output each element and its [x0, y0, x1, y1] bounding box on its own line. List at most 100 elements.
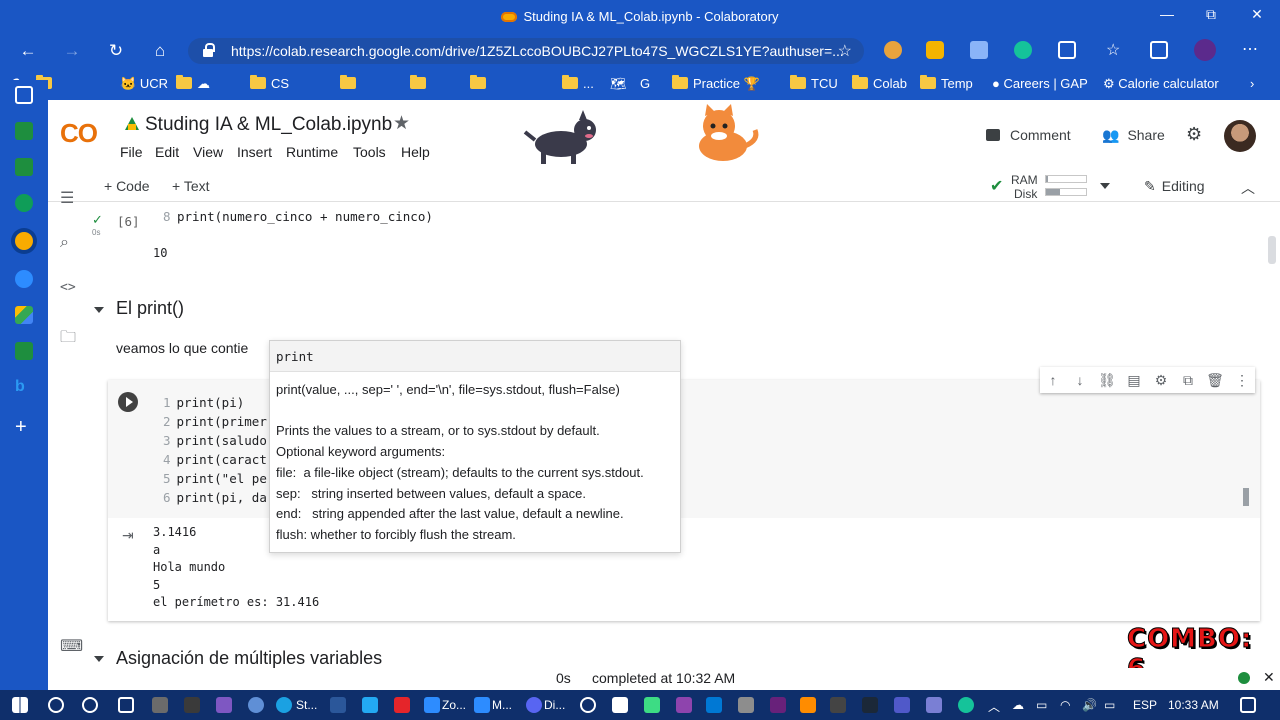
- profile-avatar[interactable]: [1194, 39, 1216, 61]
- grammarly-icon[interactable]: [958, 697, 974, 713]
- terminal-icon[interactable]: ⌨: [60, 636, 83, 656]
- collapse-header-icon[interactable]: ︿: [1241, 178, 1255, 198]
- comment-button[interactable]: Comment: [986, 127, 1071, 143]
- taskbar-app-icon[interactable]: [926, 697, 942, 713]
- reload-icon[interactable]: ↻: [104, 40, 128, 62]
- address-bar[interactable]: https://colab.research.google.com/drive/…: [188, 38, 864, 64]
- battery-icon[interactable]: ▭: [1104, 698, 1115, 712]
- menu-tools[interactable]: Tools: [353, 144, 386, 160]
- sheets-icon[interactable]: [15, 342, 33, 360]
- editing-button[interactable]: ✎ Editing: [1144, 178, 1205, 195]
- vscode-icon[interactable]: [362, 697, 378, 713]
- colab-icon[interactable]: [15, 232, 33, 250]
- word-icon[interactable]: [330, 697, 346, 713]
- section-collapse-icon[interactable]: [94, 307, 104, 313]
- collections-icon[interactable]: [1150, 41, 1168, 59]
- taskbar-app-icon[interactable]: ▭: [1036, 698, 1047, 712]
- share-button[interactable]: 👥 Share: [1102, 127, 1165, 144]
- bookmark-folder[interactable]: ...: [562, 75, 594, 91]
- tray-overflow-icon[interactable]: ︿: [988, 698, 1000, 715]
- bookmark-calorie[interactable]: ⚙ Calorie calculator: [1103, 76, 1219, 92]
- add-app-icon[interactable]: +: [15, 417, 33, 437]
- taskbar-app-icon[interactable]: [248, 697, 264, 713]
- clock[interactable]: 10:33 AM: [1168, 698, 1219, 712]
- zoom-icon[interactable]: [15, 270, 33, 288]
- notifications-icon[interactable]: [1240, 697, 1256, 713]
- mirror-cell-icon[interactable]: ⧉: [1179, 372, 1197, 389]
- menu-help[interactable]: Help: [401, 144, 430, 160]
- scrollbar-thumb[interactable]: [1243, 488, 1249, 506]
- teams-icon[interactable]: [894, 697, 910, 713]
- bookmark-cs[interactable]: CS: [250, 75, 289, 91]
- output-clear-icon[interactable]: ⇥: [122, 527, 134, 544]
- extension-icon[interactable]: [926, 41, 944, 59]
- bookmark-careers[interactable]: ● Careers | GAP: [992, 76, 1088, 91]
- bookmark-item[interactable]: 🗺: [610, 76, 627, 92]
- home-icon[interactable]: ⌂: [148, 40, 172, 62]
- bing-icon[interactable]: b: [15, 378, 33, 396]
- volume-icon[interactable]: 🔊: [1082, 698, 1097, 712]
- drive-icon[interactable]: [15, 306, 33, 324]
- bookmark-colab[interactable]: Colab: [852, 75, 907, 91]
- search-icon[interactable]: [48, 697, 64, 713]
- menu-file[interactable]: File: [120, 144, 143, 160]
- minimize-button[interactable]: —: [1152, 6, 1182, 22]
- resources-dropdown-icon[interactable]: [1100, 183, 1110, 189]
- menu-insert[interactable]: Insert: [237, 144, 272, 160]
- bookmark-practice[interactable]: Practice 🏆: [672, 75, 760, 92]
- bookmark-folder[interactable]: [410, 75, 431, 91]
- tabs-icon[interactable]: [15, 86, 33, 104]
- wifi-icon[interactable]: ◠: [1060, 698, 1070, 712]
- toc-icon[interactable]: ☰: [60, 188, 74, 208]
- bookmarks-overflow-icon[interactable]: ›: [1250, 76, 1254, 91]
- close-status-icon[interactable]: ✕: [1263, 669, 1275, 686]
- edge-icon[interactable]: [276, 697, 292, 713]
- zoom-icon[interactable]: [424, 697, 440, 713]
- run-cell-button[interactable]: [118, 392, 138, 412]
- code-snippets-icon[interactable]: <>: [60, 280, 76, 295]
- taskbar-app-icon[interactable]: [800, 697, 816, 713]
- extension-icon[interactable]: [884, 41, 902, 59]
- taskbar-item-label[interactable]: St...: [296, 698, 317, 712]
- taskbar-app-icon[interactable]: [184, 697, 200, 713]
- bookmark-folder[interactable]: ☁: [176, 75, 210, 92]
- add-text-button[interactable]: + Text: [172, 178, 210, 194]
- user-avatar[interactable]: [1224, 120, 1256, 152]
- extensions-puzzle-icon[interactable]: [1058, 41, 1076, 59]
- mail-icon[interactable]: [706, 697, 722, 713]
- forward-icon[interactable]: →: [60, 40, 84, 62]
- sheets-icon[interactable]: [15, 158, 33, 176]
- visual-studio-icon[interactable]: [770, 697, 786, 713]
- steam-icon[interactable]: [862, 697, 878, 713]
- taskbar-item-label[interactable]: Di...: [544, 698, 565, 712]
- taskbar-app-icon[interactable]: [216, 697, 232, 713]
- acrobat-icon[interactable]: [394, 697, 410, 713]
- search-icon[interactable]: ⌕: [60, 234, 69, 252]
- app-icon[interactable]: [15, 194, 33, 212]
- google-icon[interactable]: G: [640, 76, 650, 91]
- taskbar-app-icon[interactable]: [152, 697, 168, 713]
- star-icon[interactable]: ★: [393, 112, 410, 135]
- taskbar-app-icon[interactable]: [830, 697, 846, 713]
- drive-icon[interactable]: [125, 117, 139, 130]
- settings-gear-icon[interactable]: ⚙: [1186, 124, 1202, 145]
- back-icon[interactable]: ←: [16, 40, 40, 62]
- taskbar-item-label[interactable]: Zo...: [442, 698, 466, 712]
- link-icon[interactable]: ⛓: [1098, 372, 1116, 389]
- more-menu-icon[interactable]: ⋯: [1242, 39, 1260, 58]
- extension-icon[interactable]: [970, 41, 988, 59]
- bookmark-tcu[interactable]: TCU: [790, 75, 838, 91]
- move-down-icon[interactable]: ↓: [1071, 372, 1089, 388]
- delete-cell-icon[interactable]: 🗑: [1206, 372, 1224, 389]
- taskbar-app-icon[interactable]: [612, 697, 628, 713]
- bookmark-temp[interactable]: Temp: [920, 75, 973, 91]
- bookmark-ucr[interactable]: 🐱 UCR: [120, 76, 168, 92]
- sheets-icon[interactable]: [15, 122, 33, 140]
- more-options-icon[interactable]: ⋮: [1233, 372, 1251, 389]
- grammarly-icon[interactable]: [1014, 41, 1032, 59]
- windows-start-icon[interactable]: [12, 697, 28, 713]
- discord-icon[interactable]: [526, 697, 542, 713]
- section-collapse-icon[interactable]: [94, 656, 104, 662]
- bookmark-star-icon[interactable]: ☆: [838, 41, 852, 61]
- taskbar-item-label[interactable]: M...: [492, 698, 512, 712]
